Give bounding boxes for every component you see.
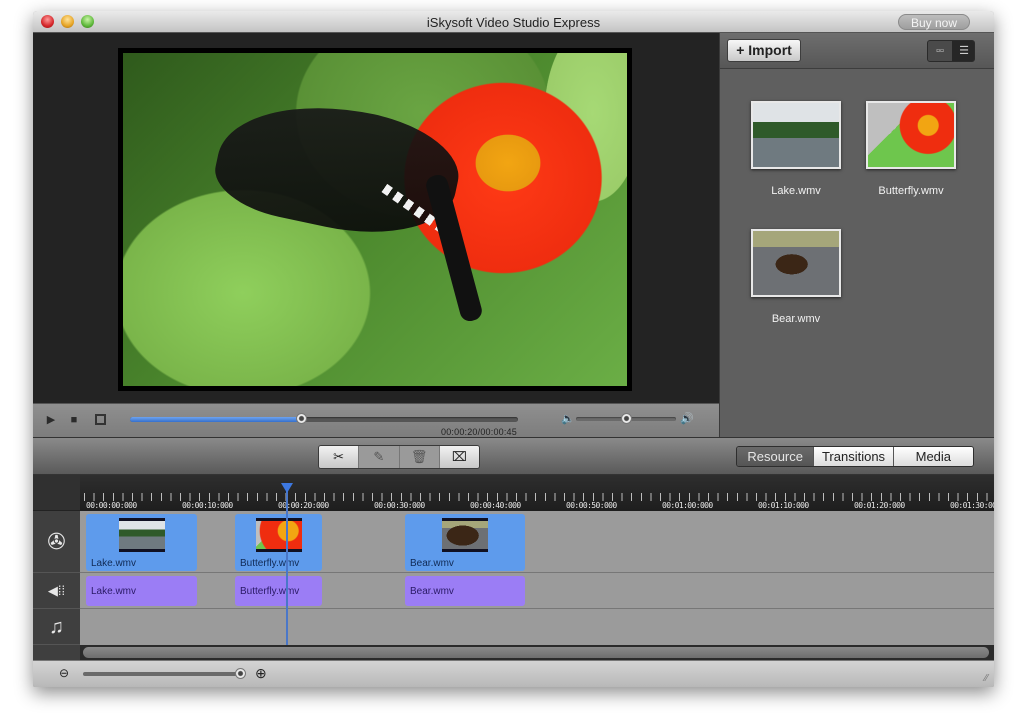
video-track: Lake.wmv Butterfly.wmv Bear.wmv bbox=[80, 511, 994, 573]
zoom-out-icon[interactable]: ⊖ bbox=[59, 666, 69, 680]
media-thumbnail bbox=[866, 101, 956, 169]
delete-icon[interactable]: 🗑 bbox=[400, 446, 440, 468]
split-icon[interactable]: ✂ bbox=[319, 446, 360, 468]
video-clip-butterfly[interactable]: Butterfly.wmv bbox=[235, 514, 322, 571]
timeline-zoom-slider[interactable] bbox=[83, 668, 246, 679]
volume-high-icon[interactable]: 🔊 bbox=[680, 412, 694, 425]
ruler-ticks bbox=[84, 493, 994, 501]
resize-grip-icon[interactable]: ⁄⁄ bbox=[985, 673, 988, 684]
track-headers: ✇ ◀⁞⁞ ♫ bbox=[33, 475, 80, 660]
clip-thumbnail bbox=[118, 518, 165, 552]
timeline-scrollbar[interactable] bbox=[80, 645, 994, 660]
audio-clip-butterfly[interactable]: Butterfly.wmv bbox=[235, 576, 322, 606]
music-note-icon: ♫ bbox=[33, 609, 80, 645]
playback-controls: ▶ ■ 00:00:20/00:00:45 🔈 🔊 bbox=[33, 403, 719, 437]
butterfly-wing-shape bbox=[208, 84, 468, 252]
stop-icon[interactable]: ■ bbox=[67, 413, 81, 427]
ruler-label: 00:00:50:000 bbox=[566, 501, 617, 510]
ruler-label: 00:01:30:000 bbox=[950, 501, 994, 510]
video-clip-lake[interactable]: Lake.wmv bbox=[86, 514, 197, 571]
volume-low-icon[interactable]: 🔈 bbox=[561, 412, 575, 425]
media-item-label: Bear.wmv bbox=[771, 313, 821, 325]
volume-slider[interactable] bbox=[576, 413, 676, 424]
resource-toolbar: + Import ▫▫ ☰ bbox=[720, 33, 994, 69]
crop-icon[interactable]: ⌧ bbox=[439, 446, 479, 468]
clip-label: Lake.wmv bbox=[91, 558, 137, 569]
ruler-label: 00:00:40:000 bbox=[470, 501, 521, 510]
clip-label: Bear.wmv bbox=[410, 586, 454, 597]
progress-knob[interactable] bbox=[295, 413, 307, 424]
audio-wave-icon: ◀⁞⁞ bbox=[33, 573, 80, 609]
music-track[interactable] bbox=[80, 609, 994, 645]
ruler-label: 00:01:00:000 bbox=[662, 501, 713, 510]
resource-panel: + Import ▫▫ ☰ Lake.wmv Butterfly.wmv Bea… bbox=[719, 33, 994, 437]
playhead-handle[interactable] bbox=[281, 483, 293, 493]
clip-label: Bear.wmv bbox=[410, 558, 454, 569]
timeline: ✇ ◀⁞⁞ ♫ 00:00:00:000 00:00:10:000 00:00:20… bbox=[33, 475, 994, 660]
media-item-label: Lake.wmv bbox=[771, 185, 821, 197]
clip-thumbnail bbox=[255, 518, 302, 552]
playback-progress-slider[interactable] bbox=[130, 413, 518, 424]
video-clip-bear[interactable]: Bear.wmv bbox=[405, 514, 525, 571]
video-frame bbox=[118, 48, 632, 391]
clip-label: Lake.wmv bbox=[91, 586, 137, 597]
film-reel-icon: ✇ bbox=[33, 511, 80, 573]
buy-now-button[interactable]: Buy now bbox=[898, 14, 970, 30]
timecode: 00:00:20/00:00:45 bbox=[441, 427, 517, 437]
progress-fill bbox=[130, 417, 301, 422]
fullscreen-icon[interactable] bbox=[95, 414, 106, 425]
video-canvas[interactable] bbox=[123, 53, 627, 386]
ruler-label: 00:01:10:000 bbox=[758, 501, 809, 510]
clip-label: Butterfly.wmv bbox=[240, 558, 300, 569]
time-ruler[interactable]: 00:00:00:000 00:00:10:000 00:00:20:000 00:0… bbox=[80, 475, 994, 511]
timeline-scroll-thumb[interactable] bbox=[83, 647, 989, 658]
media-item-bear[interactable]: Bear.wmv bbox=[741, 229, 851, 325]
ruler-label: 00:00:30:000 bbox=[374, 501, 425, 510]
ruler-header bbox=[33, 475, 80, 511]
volume-knob[interactable] bbox=[621, 413, 632, 424]
zoom-knob[interactable] bbox=[235, 668, 246, 679]
zoom-in-icon[interactable]: ⊕ bbox=[255, 665, 267, 682]
playhead-line[interactable] bbox=[286, 489, 288, 654]
tab-media[interactable]: Media bbox=[893, 447, 973, 466]
ruler-label: 00:00:00:000 bbox=[86, 501, 137, 510]
audio-clip-bear[interactable]: Bear.wmv bbox=[405, 576, 525, 606]
import-button[interactable]: + Import bbox=[727, 39, 801, 62]
tab-resource[interactable]: Resource bbox=[737, 447, 815, 466]
media-item-butterfly[interactable]: Butterfly.wmv bbox=[856, 101, 966, 197]
clip-label: Butterfly.wmv bbox=[240, 586, 300, 597]
edit-icon[interactable]: ✎ bbox=[359, 446, 400, 468]
media-thumbnail bbox=[751, 101, 841, 169]
ruler-label: 00:01:20:000 bbox=[854, 501, 905, 510]
title-bar: iSkysoft Video Studio Express Buy now bbox=[33, 11, 994, 33]
list-view-icon[interactable]: ☰ bbox=[952, 41, 974, 61]
window-title: iSkysoft Video Studio Express bbox=[426, 15, 601, 30]
video-preview-panel bbox=[33, 33, 719, 403]
view-mode-toggle: ▫▫ ☰ bbox=[927, 40, 975, 62]
media-thumbnail bbox=[751, 229, 841, 297]
ruler-label: 00:00:10:000 bbox=[182, 501, 233, 510]
clip-thumbnail bbox=[442, 518, 488, 552]
edit-toolbar: ✂ ✎ 🗑 ⌧ Resource Transitions Media bbox=[33, 437, 994, 475]
audio-track: Lake.wmv Butterfly.wmv Bear.wmv bbox=[80, 573, 994, 609]
grid-view-icon[interactable]: ▫▫ bbox=[928, 41, 952, 61]
app-window: iSkysoft Video Studio Express Buy now ▶ … bbox=[33, 11, 994, 687]
zoom-bar: ⊖ ⊕ ⁄⁄ bbox=[33, 660, 994, 687]
media-item-lake[interactable]: Lake.wmv bbox=[741, 101, 851, 197]
play-icon[interactable]: ▶ bbox=[44, 413, 58, 427]
audio-clip-lake[interactable]: Lake.wmv bbox=[86, 576, 197, 606]
media-item-label: Butterfly.wmv bbox=[878, 185, 944, 197]
panel-tabs: Resource Transitions Media bbox=[736, 446, 974, 467]
edit-tool-group: ✂ ✎ 🗑 ⌧ bbox=[318, 445, 480, 469]
tab-transitions[interactable]: Transitions bbox=[814, 447, 894, 466]
